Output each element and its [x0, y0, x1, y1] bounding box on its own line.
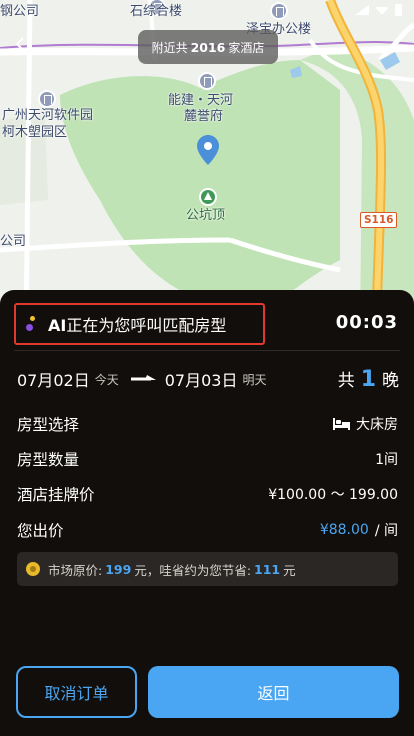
market-value: 199 — [105, 561, 132, 577]
nights-count: 共 1 晚 — [338, 366, 399, 392]
stay-dates: 07月02日 今天 07月03日 明天 共 1 晚 — [17, 365, 399, 393]
room-type-value-wrap: 大床房 — [333, 414, 398, 434]
checkout-sub: 明天 — [242, 372, 267, 387]
cancel-order-button[interactable]: 取消订单 — [16, 666, 137, 718]
back-arrow-icon[interactable] — [12, 36, 28, 52]
room-type-value: 大床房 — [356, 417, 398, 433]
signal-icon — [355, 5, 369, 15]
offer-unit: / 间 — [374, 523, 398, 539]
date-arrow-icon — [130, 375, 156, 381]
map-label-gongkeng: 公坑顶 — [186, 208, 226, 223]
offer-value-wrap: ¥88.00 / 间 — [320, 520, 398, 540]
room-count-label: 房型数量 — [17, 451, 80, 469]
map-label-nengjian-2: 麓誉府 — [184, 109, 224, 124]
map-label-software-park: 广州天河软件园 — [2, 108, 94, 123]
listed-price-row: 酒店挂牌价 ¥100.00 ～ 199.00 — [17, 482, 398, 506]
room-type-label: 房型选择 — [17, 416, 80, 434]
nearby-hotels-pill: 附近共 2016 家酒店 — [138, 30, 278, 64]
room-count-row: 房型数量 1间 — [17, 447, 398, 471]
status-text: 正在为您呼叫匹配房型 — [66, 316, 227, 335]
nights-suffix: 晚 — [382, 371, 399, 391]
savings-banner: 市场原价: 199 元，哇省约为您节省: 111 元 — [17, 552, 398, 586]
saved-value: 111 — [254, 561, 281, 577]
park-poi-icon — [199, 188, 217, 206]
room-count-value: 1间 — [375, 452, 398, 468]
nearby-suffix: 家酒店 — [228, 40, 265, 55]
map-view[interactable]: 钢公司 石综合楼 泽宝办公楼 附近共 2016 家酒店 广州天河软件园 柯木塱园… — [0, 0, 414, 330]
nearby-count: 2016 — [190, 39, 226, 55]
back-button[interactable]: 返回 — [148, 666, 399, 718]
wifi-icon — [375, 7, 389, 15]
offer-value: ¥88.00 — [319, 522, 369, 538]
ai-dots-icon — [26, 316, 40, 332]
offer-row: 您出价 ¥88.00 / 间 — [17, 518, 398, 542]
checkin-sub: 今天 — [94, 372, 119, 387]
location-pin-icon[interactable] — [197, 135, 219, 165]
battery-icon — [395, 4, 402, 16]
map-label-shizonghe: 石综合楼 — [130, 4, 183, 19]
road-badge: S116 — [360, 212, 398, 228]
listed-price-value: ¥100.00 ～ 199.00 — [268, 487, 398, 503]
coin-icon — [26, 562, 40, 576]
map-label-kemu: 柯木塱园区 — [2, 125, 68, 140]
listed-price-label: 酒店挂牌价 — [17, 486, 95, 504]
map-label-nengjian-1: 能建・天河 — [168, 93, 234, 108]
checkin-date: 07月02日 — [17, 371, 90, 390]
elapsed-timer: 00:03 — [335, 312, 398, 333]
market-label: 市场原价: — [48, 562, 103, 578]
nearby-prefix: 附近共 — [151, 40, 188, 55]
savings-middle: 元，哇省约为您节省: — [134, 562, 252, 578]
building-poi-icon — [198, 72, 216, 90]
building-poi-icon — [270, 2, 288, 20]
matching-status-banner: AI正在为您呼叫匹配房型 — [14, 303, 265, 345]
divider — [14, 350, 400, 351]
map-label-company: 公司 — [0, 234, 27, 249]
order-status-sheet: AI正在为您呼叫匹配房型 00:03 07月02日 今天 07月03日 明天 共… — [0, 290, 414, 736]
room-type-row: 房型选择 大床房 — [17, 412, 398, 436]
savings-unit: 元 — [283, 562, 296, 578]
offer-label: 您出价 — [17, 522, 64, 540]
bed-icon — [333, 418, 350, 430]
building-poi-icon — [38, 90, 56, 108]
map-label-top-left: 钢公司 — [0, 4, 40, 19]
matching-status-text: AI正在为您呼叫匹配房型 — [48, 312, 226, 336]
nights-prefix: 共 — [337, 371, 355, 391]
status-bar — [355, 4, 402, 16]
checkout-date: 07月03日 — [164, 371, 238, 390]
ai-prefix: AI — [48, 316, 67, 335]
nights-number: 1 — [360, 367, 376, 392]
